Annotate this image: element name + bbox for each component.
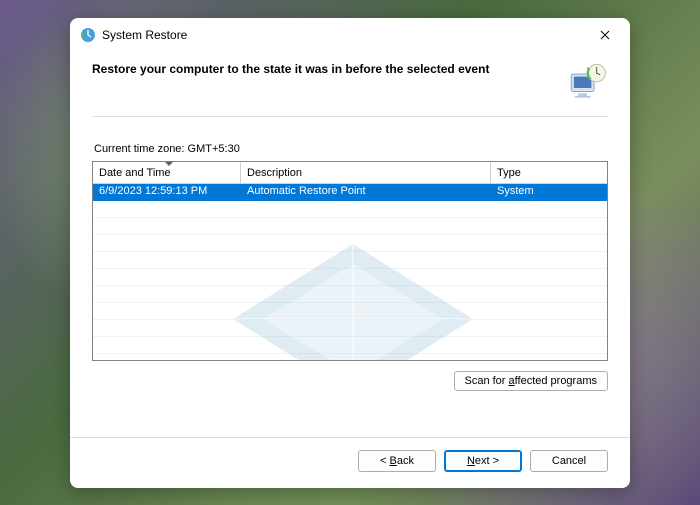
button-label: Next > bbox=[467, 455, 499, 467]
cell-date-time: 6/9/2023 12:59:13 PM bbox=[93, 184, 241, 201]
system-restore-dialog: System Restore Restore your computer to … bbox=[70, 18, 630, 488]
divider bbox=[92, 116, 608, 117]
system-restore-large-icon bbox=[566, 60, 608, 102]
column-label: Date and Time bbox=[99, 167, 171, 179]
column-type[interactable]: Type bbox=[491, 162, 607, 183]
window-title: System Restore bbox=[102, 28, 584, 42]
column-description[interactable]: Description bbox=[241, 162, 491, 183]
button-label: < Back bbox=[380, 455, 414, 467]
table-header: Date and Time Description Type bbox=[93, 162, 607, 184]
scan-row: Scan for affected programs bbox=[92, 371, 608, 391]
close-button[interactable] bbox=[590, 23, 620, 47]
titlebar: System Restore bbox=[70, 18, 630, 52]
heading-row: Restore your computer to the state it wa… bbox=[92, 52, 608, 116]
close-icon bbox=[600, 30, 610, 40]
column-date-time[interactable]: Date and Time bbox=[93, 162, 241, 183]
table-row[interactable]: 6/9/2023 12:59:13 PM Automatic Restore P… bbox=[93, 184, 607, 201]
column-label: Description bbox=[247, 167, 302, 179]
back-button[interactable]: < Back bbox=[358, 450, 436, 472]
empty-rows bbox=[93, 201, 607, 354]
cancel-button[interactable]: Cancel bbox=[530, 450, 608, 472]
column-label: Type bbox=[497, 167, 521, 179]
timezone-label: Current time zone: GMT+5:30 bbox=[94, 143, 608, 155]
button-label: Scan for affected programs bbox=[465, 375, 598, 387]
table-body: 6/9/2023 12:59:13 PM Automatic Restore P… bbox=[93, 184, 607, 354]
restore-points-table[interactable]: Date and Time Description Type 6/9/2023 … bbox=[92, 161, 608, 361]
page-heading: Restore your computer to the state it wa… bbox=[92, 60, 556, 78]
cell-description: Automatic Restore Point bbox=[241, 184, 491, 201]
sort-descending-icon bbox=[165, 162, 173, 166]
dialog-footer: < Back Next > Cancel bbox=[70, 437, 630, 488]
scan-affected-programs-button[interactable]: Scan for affected programs bbox=[454, 371, 609, 391]
next-button[interactable]: Next > bbox=[444, 450, 522, 472]
cell-type: System bbox=[491, 184, 607, 201]
dialog-content: Restore your computer to the state it wa… bbox=[70, 52, 630, 437]
system-restore-icon bbox=[80, 27, 96, 43]
